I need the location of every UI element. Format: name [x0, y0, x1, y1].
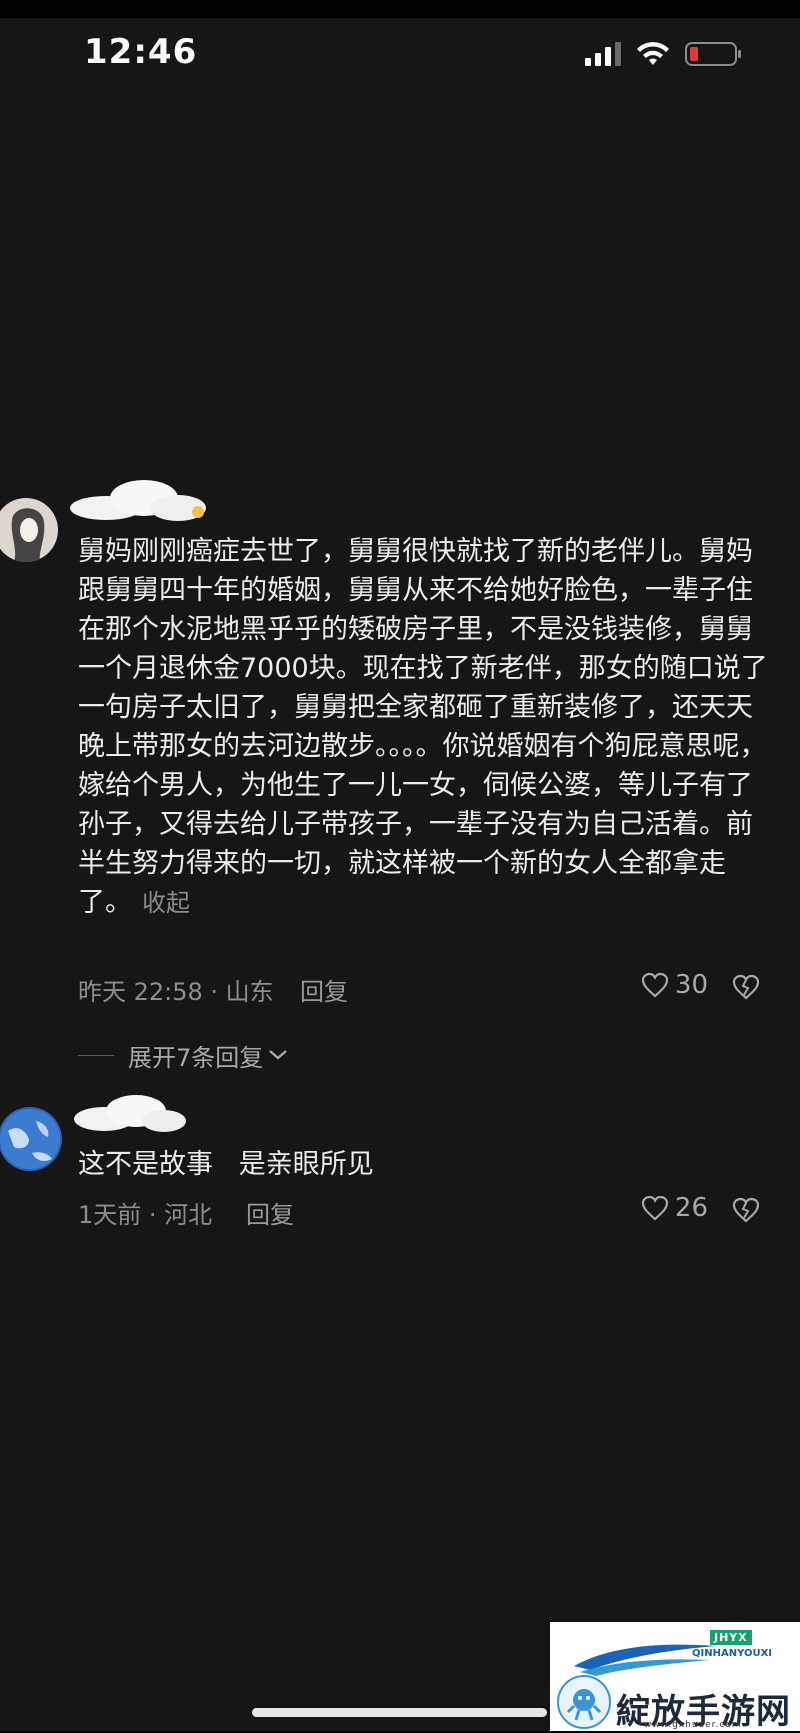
avatar-portrait-icon [0, 498, 58, 562]
like-button[interactable]: 30 [641, 970, 708, 1000]
avatar[interactable] [0, 498, 58, 562]
comment-text: 这不是故事 是亲眼所见 [78, 1149, 374, 1180]
username-obscured [74, 1095, 186, 1132]
comment-time-location: 1天前 · 河北 [78, 1201, 213, 1229]
dislike-icon[interactable] [732, 1197, 760, 1223]
site-watermark: JHYX QINHANYOUXI 綻放手游网 www.gxhuaer.com [550, 1622, 800, 1732]
divider [78, 1054, 114, 1056]
watermark-brand-tag: JHYX [710, 1630, 752, 1645]
top-bezel [0, 0, 800, 18]
watermark-brand-sub: QINHANYOUXI [692, 1648, 773, 1659]
heart-icon [641, 1195, 669, 1221]
screen: 12:46 舅妈刚刚癌症去世了，舅舅很快就找了新的老伴儿。舅妈跟舅舅四十年的婚姻… [0, 0, 800, 1732]
status-bar: 12:46 [0, 18, 800, 88]
dislike-icon[interactable] [732, 974, 760, 1000]
reply-button[interactable]: 回复 [300, 972, 348, 1007]
chevron-down-icon [269, 1050, 288, 1060]
watermark-url: www.gxhuaer.com [644, 1720, 742, 1730]
home-indicator[interactable] [252, 1708, 547, 1717]
avatar[interactable] [0, 1107, 62, 1171]
like-count: 30 [674, 970, 708, 1000]
comment-time-location: 昨天 22:58 · 山东 [78, 978, 274, 1006]
expand-replies-label: 展开7条回复 [128, 1043, 264, 1072]
collapse-link[interactable]: 收起 [142, 889, 190, 917]
reply-button[interactable]: 回复 [246, 1195, 294, 1230]
expand-replies[interactable]: 展开7条回复 [78, 1040, 289, 1072]
heart-icon [641, 972, 669, 998]
like-button[interactable]: 26 [641, 1193, 708, 1223]
wifi-icon [637, 42, 669, 65]
like-count: 26 [674, 1193, 708, 1223]
watermark-mascot-icon [557, 1675, 611, 1729]
username-obscured [70, 480, 206, 521]
cellular-signal-icon [585, 42, 621, 66]
battery-low-icon [685, 42, 741, 66]
status-time: 12:46 [84, 32, 198, 72]
avatar-earth-icon [0, 1107, 62, 1171]
comment-text: 舅妈刚刚癌症去世了，舅舅很快就找了新的老伴儿。舅妈跟舅舅四十年的婚姻，舅舅从来不… [78, 536, 768, 918]
